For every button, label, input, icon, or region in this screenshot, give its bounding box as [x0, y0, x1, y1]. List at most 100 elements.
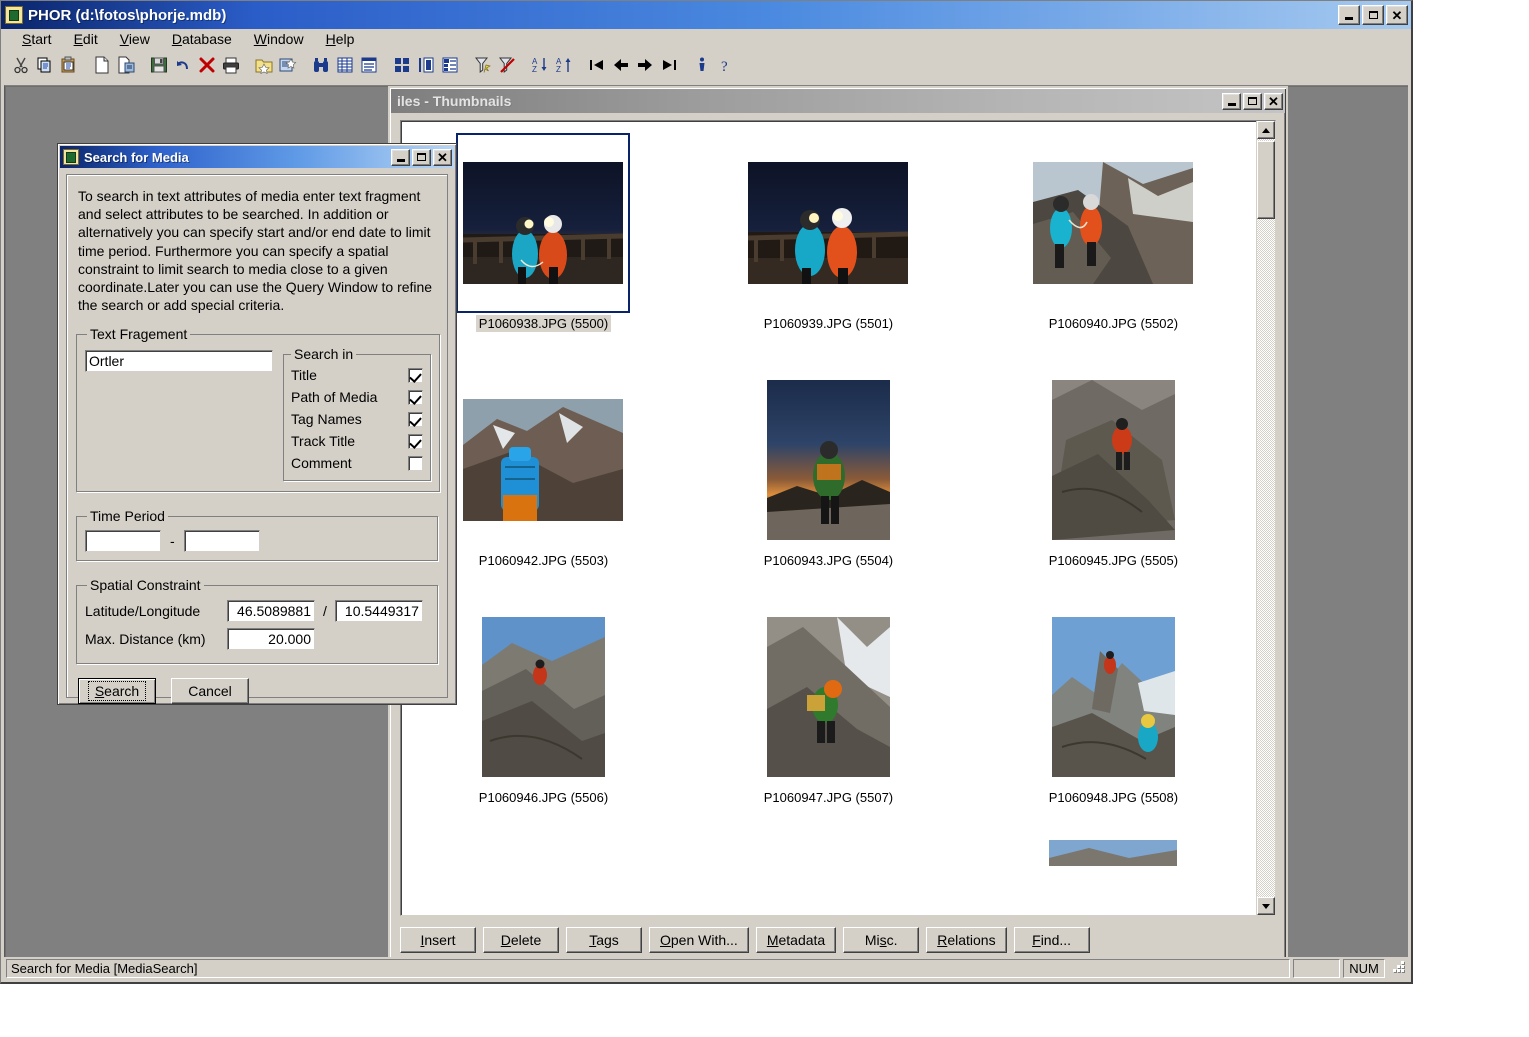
checkbox-track-title[interactable] — [408, 433, 423, 449]
search-in-label: Path of Media — [291, 389, 378, 406]
insert-button[interactable]: Insert — [400, 927, 476, 953]
nav-next-icon[interactable] — [633, 53, 656, 77]
thumbnail-image-box[interactable] — [1026, 838, 1201, 868]
cancel-button[interactable]: Cancel — [171, 678, 249, 705]
thumbnail-image-box[interactable] — [1026, 607, 1201, 787]
dialog-maximize-button[interactable] — [412, 148, 431, 166]
search-in-option-title[interactable]: Title — [291, 364, 423, 386]
undo-icon[interactable] — [171, 53, 194, 77]
menu-item-edit[interactable]: Edit — [63, 30, 109, 48]
checkbox-title[interactable] — [408, 367, 423, 383]
search-in-option-track-title[interactable]: Track Title — [291, 430, 423, 452]
time-period-end-input[interactable] — [183, 530, 260, 553]
thumbnail-item[interactable] — [686, 832, 971, 868]
menu-item-database[interactable]: Database — [161, 30, 243, 48]
sort-ascending-icon[interactable]: AZ — [528, 53, 551, 77]
new-document-icon[interactable] — [90, 53, 113, 77]
main-statusbar: Search for Media [MediaSearch] NUM — [4, 957, 1408, 979]
cut-icon[interactable] — [9, 53, 32, 77]
thumbnails-maximize-button[interactable] — [1243, 92, 1262, 110]
thumbnail-item[interactable] — [971, 832, 1256, 868]
checkbox-path-of-media[interactable] — [408, 389, 423, 405]
text-fragment-input[interactable] — [85, 350, 273, 373]
thumbnail-item[interactable]: P1060943.JPG (5504) — [686, 364, 971, 569]
delete-button[interactable]: Delete — [483, 927, 559, 953]
main-minimize-button[interactable] — [1338, 5, 1360, 25]
latitude-longitude-row: Latitude/Longitude / — [85, 597, 429, 625]
time-period-start-input[interactable] — [85, 530, 161, 553]
thumbnail-image-box[interactable] — [1026, 370, 1201, 550]
detail-view-icon[interactable] — [357, 53, 380, 77]
thumbnail-image-box[interactable] — [456, 133, 631, 313]
thumbnails-title: iles - Thumbnails — [397, 93, 512, 109]
help-icon[interactable]: ? — [714, 53, 737, 77]
search-in-option-comment[interactable]: Comment — [291, 452, 423, 474]
thumbnails-minimize-button[interactable] — [1222, 92, 1241, 110]
main-close-button[interactable]: ✕ — [1386, 5, 1408, 25]
filter-apply-icon[interactable] — [471, 53, 494, 77]
thumbnail-item[interactable]: P1060945.JPG (5505) — [971, 364, 1256, 569]
info-icon[interactable] — [690, 53, 713, 77]
main-maximize-button[interactable] — [1362, 5, 1384, 25]
relations-button[interactable]: Relations — [926, 927, 1007, 953]
menu-item-help[interactable]: Help — [315, 30, 366, 48]
scroll-thumb[interactable] — [1257, 141, 1275, 219]
find-binoculars-icon[interactable] — [309, 53, 332, 77]
nav-last-icon[interactable] — [657, 53, 680, 77]
metadata-button[interactable]: Metadata — [755, 927, 837, 953]
paste-icon[interactable] — [57, 53, 80, 77]
resize-grip[interactable] — [1390, 960, 1406, 976]
open-document-icon[interactable] — [114, 53, 137, 77]
longitude-input[interactable] — [334, 600, 423, 623]
text-fragment-group: Text Fragement Search in Title Path of M… — [76, 326, 440, 493]
search-in-option-tag-names[interactable]: Tag Names — [291, 408, 423, 430]
new-folder-icon[interactable] — [252, 53, 275, 77]
print-icon[interactable] — [219, 53, 242, 77]
status-message: Search for Media [MediaSearch] — [6, 958, 1290, 978]
tree-view-icon[interactable] — [438, 53, 461, 77]
thumbnail-image-box[interactable] — [741, 133, 916, 313]
tags-button[interactable]: Tags — [566, 927, 642, 953]
thumbnail-image-box[interactable] — [741, 607, 916, 787]
copy-icon[interactable] — [33, 53, 56, 77]
thumbnail-item[interactable]: P1060939.JPG (5501) — [686, 127, 971, 332]
scroll-up-button[interactable] — [1257, 121, 1275, 139]
thumbnail-image-box[interactable] — [1026, 133, 1201, 313]
thumbnail-item[interactable]: P1060948.JPG (5508) — [971, 601, 1256, 806]
thumbnails-vertical-scrollbar[interactable] — [1256, 121, 1275, 915]
filter-remove-icon[interactable] — [495, 53, 518, 77]
scroll-down-button[interactable] — [1257, 897, 1275, 915]
open-with-button[interactable]: Open With... — [649, 927, 749, 953]
save-icon[interactable] — [147, 53, 170, 77]
thumbnails-scroll-area[interactable]: P1060938.JPG (5500) P1060939.JPG (5501) … — [400, 120, 1276, 916]
add-media-icon[interactable] — [276, 53, 299, 77]
thumbnail-image-box[interactable] — [741, 370, 916, 550]
thumbnail-image-box[interactable] — [456, 370, 631, 550]
misc-button[interactable]: Misc. — [843, 927, 920, 953]
sort-descending-icon[interactable]: AZ — [552, 53, 575, 77]
dialog-minimize-button[interactable] — [391, 148, 410, 166]
list-view-icon[interactable] — [333, 53, 356, 77]
checkbox-tag-names[interactable] — [408, 411, 423, 427]
find-button[interactable]: Find... — [1013, 927, 1090, 953]
latitude-input[interactable] — [227, 600, 315, 623]
thumbnail-image — [748, 162, 909, 284]
menu-item-start[interactable]: Start — [11, 30, 63, 48]
menu-item-window[interactable]: Window — [243, 30, 315, 48]
thumbnails-close-button[interactable]: ✕ — [1264, 92, 1283, 110]
thumbnail-item[interactable]: P1060947.JPG (5507) — [686, 601, 971, 806]
nav-first-icon[interactable] — [585, 53, 608, 77]
split-view-icon[interactable] — [414, 53, 437, 77]
max-distance-input[interactable] — [227, 628, 315, 651]
thumbnail-item[interactable] — [401, 832, 686, 868]
menu-item-view[interactable]: View — [109, 30, 161, 48]
dialog-close-button[interactable]: ✕ — [433, 148, 452, 166]
search-in-option-path-of-media[interactable]: Path of Media — [291, 386, 423, 408]
checkbox-comment[interactable] — [408, 455, 423, 471]
thumbnail-image-box[interactable] — [456, 607, 631, 787]
delete-icon[interactable] — [195, 53, 218, 77]
search-button[interactable]: Search — [78, 678, 156, 705]
thumbnail-view-icon[interactable] — [390, 53, 413, 77]
nav-previous-icon[interactable] — [609, 53, 632, 77]
thumbnail-item[interactable]: P1060940.JPG (5502) — [971, 127, 1256, 332]
